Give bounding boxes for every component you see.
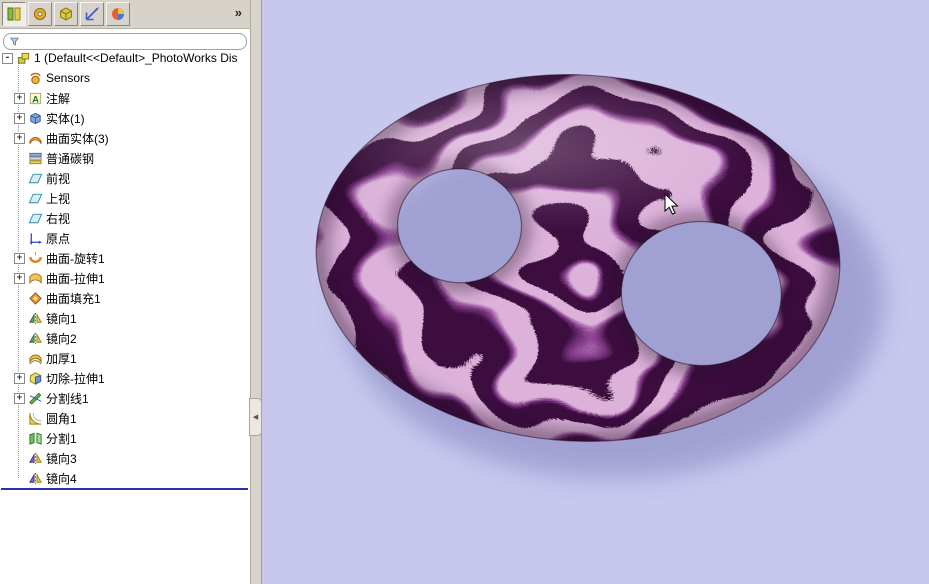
tree-item-surface-bodies[interactable]: + 曲面实体(3)	[0, 128, 250, 148]
surface-fill-icon	[28, 291, 43, 306]
plane-icon	[28, 211, 43, 226]
manager-tabs: »	[0, 0, 250, 29]
tree-item-split1[interactable]: 分割1	[0, 428, 250, 448]
split-line-icon	[28, 391, 43, 406]
mirror-bodies-icon	[28, 451, 43, 466]
thicken-icon	[28, 351, 43, 366]
tree-item-label: 右视	[46, 211, 71, 226]
tree-item-right-plane[interactable]: 右视	[0, 208, 250, 228]
surface-extrude-icon	[28, 271, 43, 286]
tab-featuremanager[interactable]	[2, 2, 26, 26]
tree-item-thicken1[interactable]: 加厚1	[0, 348, 250, 368]
solid-bodies-icon	[28, 111, 43, 126]
tree-item-label: 1 (Default<<Default>_PhotoWorks Dis	[34, 51, 238, 65]
tree-item-fillet1[interactable]: 圆角1	[0, 408, 250, 428]
origin-icon	[28, 231, 43, 246]
tree-item-label: 上视	[46, 191, 71, 206]
tree-item-solid-bodies[interactable]: + 实体(1)	[0, 108, 250, 128]
tree-item-split-line1[interactable]: + 分割线1	[0, 388, 250, 408]
tree-item-mirror1[interactable]: 镜向1	[0, 308, 250, 328]
expand-toggle[interactable]: +	[14, 272, 25, 284]
split-icon	[28, 431, 43, 446]
tree-item-label: 圆角1	[46, 411, 77, 426]
tree-item-top-plane[interactable]: 上视	[0, 188, 250, 208]
tree-item-label: 曲面-旋转1	[46, 251, 105, 266]
tab-dimxpertmanager[interactable]	[80, 2, 104, 26]
fillet-icon	[28, 411, 43, 426]
tree-item-label: 原点	[46, 231, 71, 246]
tab-configurationmanager[interactable]	[54, 2, 78, 26]
tree-item-label: 前视	[46, 171, 71, 186]
panel-splitter[interactable]	[250, 0, 262, 584]
graphics-area[interactable]	[260, 0, 929, 584]
configurationmanager-icon	[58, 6, 74, 22]
rollback-bar[interactable]	[1, 488, 248, 490]
expand-toggle[interactable]: -	[2, 52, 13, 64]
overflow-chevron[interactable]: »	[235, 5, 242, 20]
feature-tree: - 1 (Default<<Default>_PhotoWorks Dis Se…	[0, 48, 250, 488]
tree-item-label: 曲面-拉伸1	[46, 271, 105, 286]
displaymanager-icon	[110, 6, 126, 22]
expand-toggle[interactable]: +	[14, 372, 25, 384]
cut-extrude-icon	[28, 371, 43, 386]
tree-item-material[interactable]: 普通碳钢	[0, 148, 250, 168]
panel-collapse-tab[interactable]: ◀	[249, 398, 262, 436]
filter-box[interactable]	[3, 32, 247, 50]
surface-bodies-icon	[28, 131, 43, 146]
torus-model[interactable]	[260, 0, 929, 584]
filter-funnel-icon	[9, 36, 20, 47]
expand-toggle[interactable]: +	[14, 92, 25, 104]
tree-item-label: 曲面填充1	[46, 291, 101, 306]
tree-item-surface-revolve1[interactable]: + 曲面-旋转1	[0, 248, 250, 268]
annotations-icon	[28, 91, 43, 106]
tree-item-label: 加厚1	[46, 351, 77, 366]
tree-item-sensors[interactable]: Sensors	[0, 68, 250, 88]
tree-item-mirror3[interactable]: 镜向3	[0, 448, 250, 468]
tree-item-label: 镜向4	[46, 471, 77, 486]
expand-toggle[interactable]: +	[14, 112, 25, 124]
tree-item-surface-fill1[interactable]: 曲面填充1	[0, 288, 250, 308]
dimxpertmanager-icon	[84, 6, 100, 22]
solidworks-window: » - 1 (Default<<Default>_PhotoWorks Dis …	[0, 0, 929, 584]
tree-item-label: 镜向3	[46, 451, 77, 466]
tree-item-origin[interactable]: 原点	[0, 228, 250, 248]
expand-toggle[interactable]: +	[14, 132, 25, 144]
filter-input[interactable]	[24, 35, 241, 47]
tree-item-cut-extrude1[interactable]: + 切除-拉伸1	[0, 368, 250, 388]
propertymanager-icon	[32, 6, 48, 22]
tab-propertymanager[interactable]	[28, 2, 52, 26]
tree-item-label: 切除-拉伸1	[46, 371, 105, 386]
model-view[interactable]	[260, 0, 929, 584]
featuremanager-icon	[6, 6, 22, 22]
tab-displaymanager[interactable]	[106, 2, 130, 26]
tree-item-mirror2[interactable]: 镜向2	[0, 328, 250, 348]
tree-item-label: 分割线1	[46, 391, 89, 406]
tree-item-surface-extrude1[interactable]: + 曲面-拉伸1	[0, 268, 250, 288]
surface-revolve-icon	[28, 251, 43, 266]
sensors-icon	[28, 71, 43, 86]
expand-toggle[interactable]: +	[14, 392, 25, 404]
tree-item-label: 实体(1)	[46, 111, 85, 126]
feature-tree-panel: » - 1 (Default<<Default>_PhotoWorks Dis …	[0, 0, 250, 584]
tree-item-label: 曲面实体(3)	[46, 131, 109, 146]
tree-item-annotations[interactable]: + 注解	[0, 88, 250, 108]
expand-toggle[interactable]: +	[14, 252, 25, 264]
tree-item-label: Sensors	[46, 71, 91, 85]
tree-item-label: 分割1	[46, 431, 77, 446]
tree-item-label: 镜向1	[46, 311, 77, 326]
tree-item-label: 普通碳钢	[46, 151, 95, 166]
tree-item-front-plane[interactable]: 前视	[0, 168, 250, 188]
tree-item-root[interactable]: - 1 (Default<<Default>_PhotoWorks Dis	[0, 48, 250, 68]
plane-icon	[28, 191, 43, 206]
plane-icon	[28, 171, 43, 186]
tree-item-label: 镜向2	[46, 331, 77, 346]
mirror-icon	[28, 311, 43, 326]
material-icon	[28, 151, 43, 166]
mirror-icon	[28, 331, 43, 346]
tree-item-label: 注解	[46, 91, 71, 106]
tree-item-mirror4[interactable]: 镜向4	[0, 468, 250, 488]
mirror-bodies-icon	[28, 471, 43, 486]
part-icon	[16, 51, 31, 66]
